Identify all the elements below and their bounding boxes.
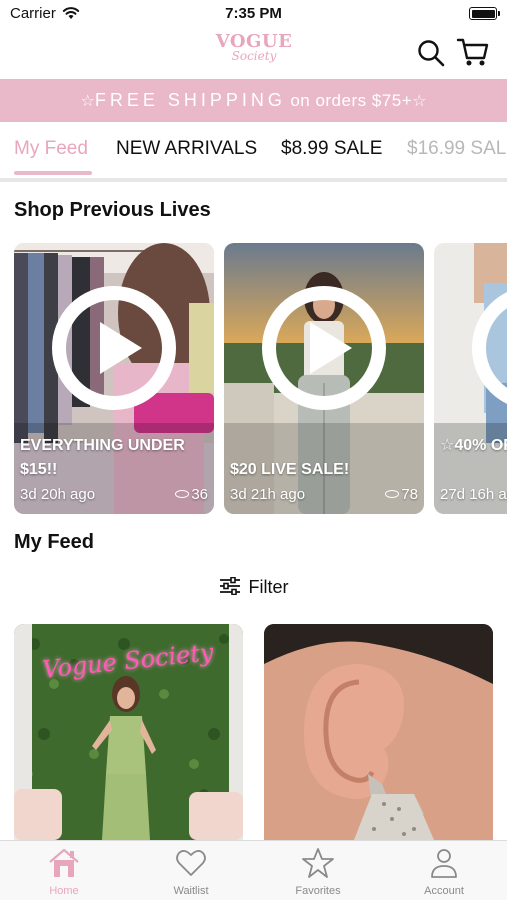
promo-free-shipping: FREE SHIPPING <box>94 90 286 110</box>
play-icon <box>310 322 352 374</box>
live-meta: 27d 16h ago <box>440 486 507 503</box>
nav-home-label: Home <box>49 885 79 897</box>
cart-icon[interactable] <box>456 36 490 68</box>
product-card[interactable]: Vogue Society <box>14 624 243 840</box>
battery-icon <box>469 7 500 20</box>
star-icon <box>302 848 334 878</box>
brand-logo[interactable]: VOGUE Society <box>214 32 294 72</box>
product-card[interactable] <box>264 624 493 840</box>
live-title: EVERYTHING UNDER $15!! <box>20 437 185 478</box>
bottom-nav: Home Waitlist Favorites Account <box>0 840 507 900</box>
tab-new-arrivals[interactable]: NEW ARRIVALS <box>116 138 257 160</box>
live-view-count: 78 <box>401 486 418 503</box>
play-button[interactable] <box>52 286 176 410</box>
star-icon: ☆ <box>412 93 427 110</box>
live-meta: 3d 21h ago 78 <box>230 486 418 503</box>
eye-icon <box>385 490 400 499</box>
live-views: 36 <box>175 486 208 503</box>
live-card[interactable]: EVERYTHING UNDER $15!! 3d 20h ago 36 <box>14 243 214 514</box>
live-meta: 3d 20h ago 36 <box>20 486 208 503</box>
live-card[interactable]: ☆40% OFF +MORE! 27d 16h ago <box>434 243 507 514</box>
lives-carousel[interactable]: EVERYTHING UNDER $15!! 3d 20h ago 36 $20… <box>0 243 507 515</box>
nav-favorites[interactable]: Favorites <box>268 847 368 899</box>
live-time: 3d 21h ago <box>230 486 306 503</box>
live-title: $20 LIVE SALE! <box>230 461 350 478</box>
promo-banner[interactable]: ☆FREE SHIPPING on orders $75+☆ <box>0 79 507 122</box>
filter-label: Filter <box>248 577 289 597</box>
promo-threshold: on orders $75+ <box>290 91 413 110</box>
app-header: VOGUE Society <box>0 28 507 78</box>
play-button[interactable] <box>262 286 386 410</box>
status-bar: Carrier 7:35 PM <box>0 0 507 28</box>
live-time: 27d 16h ago <box>440 486 507 503</box>
tab-8-99-sale[interactable]: $8.99 SALE <box>281 138 382 160</box>
live-views: 78 <box>385 486 418 503</box>
search-icon[interactable] <box>416 38 446 68</box>
sliders-icon <box>219 577 240 596</box>
product-image <box>264 624 493 840</box>
play-icon <box>100 322 142 374</box>
person-icon <box>431 849 457 878</box>
live-view-count: 36 <box>191 486 208 503</box>
eye-icon <box>175 490 190 499</box>
tab-my-feed[interactable]: My Feed <box>14 138 88 160</box>
nav-account-label: Account <box>424 885 464 897</box>
tabs-divider <box>0 178 507 182</box>
filter-button[interactable]: Filter <box>0 577 507 601</box>
live-time: 3d 20h ago <box>20 486 96 503</box>
star-icon: ☆ <box>80 93 95 110</box>
home-icon <box>49 848 79 877</box>
status-time: 7:35 PM <box>225 5 282 22</box>
tab-active-indicator <box>14 171 92 175</box>
live-title: ☆40% OFF +MORE! <box>440 437 507 454</box>
nav-favorites-label: Favorites <box>295 885 341 897</box>
nav-waitlist-label: Waitlist <box>173 885 209 897</box>
heart-icon <box>176 850 206 876</box>
tab-16-99-sale[interactable]: $16.99 SALE <box>407 138 507 160</box>
nav-account[interactable]: Account <box>394 847 494 899</box>
nav-home[interactable]: Home <box>14 847 114 899</box>
live-card[interactable]: $20 LIVE SALE! 3d 21h ago 78 <box>224 243 424 514</box>
nav-waitlist[interactable]: Waitlist <box>141 847 241 899</box>
section-title-lives: Shop Previous Lives <box>14 199 211 221</box>
section-title-feed: My Feed <box>14 531 95 553</box>
category-tabs: My Feed NEW ARRIVALS $8.99 SALE $16.99 S… <box>0 124 507 180</box>
